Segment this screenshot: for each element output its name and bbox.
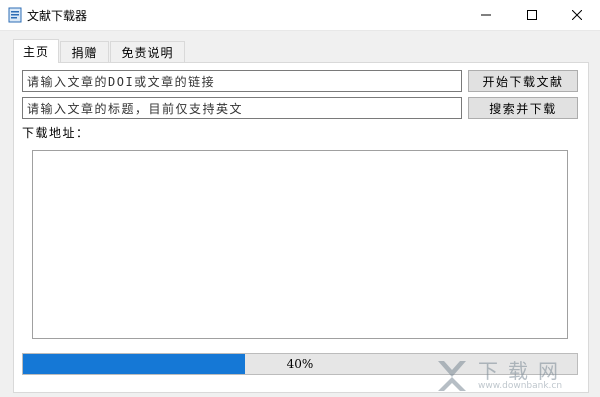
maximize-icon (527, 10, 537, 20)
close-button[interactable] (554, 0, 600, 30)
minimize-icon (481, 14, 491, 16)
doi-input[interactable]: 请输入文章的DOI或文章的链接 (22, 70, 462, 92)
watermark-name: 下载网 (478, 359, 568, 383)
download-address-label: 下载地址： (22, 126, 90, 140)
title-input[interactable]: 请输入文章的标题，目前仅支持英文 (22, 97, 462, 119)
document-icon (8, 7, 22, 23)
search-download-button[interactable]: 搜索并下载 (468, 97, 578, 119)
title-bar: 文献下载器 (0, 0, 600, 30)
tab-home[interactable]: 主页 (13, 39, 59, 63)
tab-disclaimer[interactable]: 免责说明 (110, 41, 185, 63)
watermark-logo-icon (438, 361, 466, 391)
minimize-button[interactable] (463, 0, 509, 30)
maximize-button[interactable] (509, 0, 555, 30)
close-icon (572, 10, 582, 20)
window-title: 文献下载器 (27, 9, 88, 23)
start-download-button[interactable]: 开始下载文献 (468, 70, 578, 92)
tab-donate[interactable]: 捐赠 (60, 41, 109, 63)
download-address-list[interactable] (32, 150, 568, 339)
watermark-url: www.downbank.cn (478, 381, 563, 391)
watermark: 下载网 www.downbank.cn (432, 355, 592, 395)
